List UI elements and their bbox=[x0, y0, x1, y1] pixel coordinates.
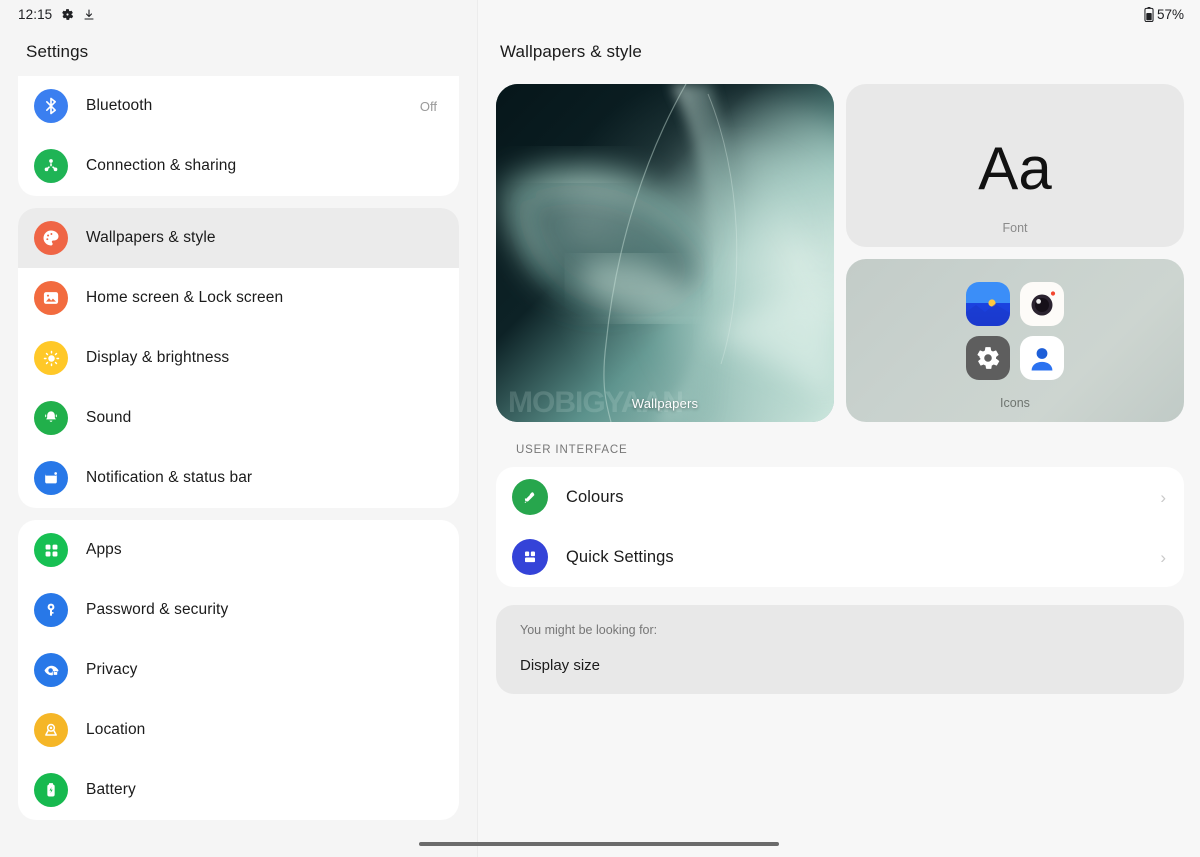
font-sample-text: Aa bbox=[978, 134, 1052, 202]
app-icon-grid bbox=[966, 281, 1064, 380]
sidebar-group-connectivity: Bluetooth Off Connection & sharing bbox=[18, 76, 459, 196]
sidebar-item-label: Sound bbox=[86, 409, 132, 426]
settings-gear-icon bbox=[966, 335, 1010, 380]
icons-card-label: Icons bbox=[1000, 396, 1030, 410]
gallery-icon bbox=[966, 281, 1010, 326]
battery-charge-icon bbox=[34, 773, 68, 807]
sidebar-item-label: Home screen & Lock screen bbox=[86, 289, 284, 306]
sidebar-item-label: Apps bbox=[86, 541, 122, 558]
chevron-right-icon: › bbox=[1160, 487, 1166, 507]
paint-roller-icon bbox=[512, 479, 548, 515]
sidebar-title: Settings bbox=[26, 42, 89, 61]
sidebar-item-connection-sharing[interactable]: Connection & sharing bbox=[18, 136, 459, 196]
bell-icon bbox=[34, 401, 68, 435]
location-pin-icon bbox=[34, 713, 68, 747]
font-preview-card[interactable]: Aa Font bbox=[846, 84, 1184, 247]
preview-right-column: Aa Font Icons bbox=[846, 84, 1184, 422]
sidebar-item-home-lock-screen[interactable]: Home screen & Lock screen bbox=[18, 268, 459, 328]
ui-row-colours[interactable]: Colours › bbox=[496, 467, 1184, 527]
contacts-icon bbox=[1020, 335, 1064, 380]
main-panel: Wallpapers & style MOBIGYAAN Wallpapers … bbox=[478, 0, 1200, 857]
page-title: Wallpapers & style bbox=[500, 42, 642, 61]
sidebar-item-label: Battery bbox=[86, 781, 136, 798]
sidebar-item-label: Wallpapers & style bbox=[86, 229, 216, 246]
sidebar-item-label: Password & security bbox=[86, 601, 229, 618]
sidebar-item-sound[interactable]: Sound bbox=[18, 388, 459, 448]
palette-icon bbox=[34, 221, 68, 255]
preview-cards: MOBIGYAAN Wallpapers Aa Font Icons bbox=[496, 84, 1184, 422]
user-interface-group: Colours › Quick Settings › bbox=[496, 467, 1184, 587]
suggestion-card-title: You might be looking for: bbox=[520, 623, 658, 637]
wallpaper-card-label: Wallpapers bbox=[631, 396, 699, 411]
sidebar-item-label: Notification & status bar bbox=[86, 469, 253, 486]
sidebar-item-display-brightness[interactable]: Display & brightness bbox=[18, 328, 459, 388]
sidebar-item-label: Location bbox=[86, 721, 146, 738]
sidebar-item-battery[interactable]: Battery bbox=[18, 760, 459, 820]
sidebar-item-password-security[interactable]: Password & security bbox=[18, 580, 459, 640]
sidebar-item-notification-status-bar[interactable]: Notification & status bar bbox=[18, 448, 459, 508]
chevron-right-icon: › bbox=[1160, 547, 1166, 567]
sidebar-item-label: Privacy bbox=[86, 661, 138, 678]
bluetooth-icon bbox=[34, 89, 68, 123]
sidebar-item-apps[interactable]: Apps bbox=[18, 520, 459, 580]
icons-preview-card[interactable]: Icons bbox=[846, 259, 1184, 422]
sidebar-item-label: Display & brightness bbox=[86, 349, 230, 366]
sidebar-group-display: Wallpapers & style Home screen & Lock sc… bbox=[18, 208, 459, 508]
brightness-icon bbox=[34, 341, 68, 375]
font-card-label: Font bbox=[1002, 221, 1028, 235]
sidebar-item-privacy[interactable]: Privacy bbox=[18, 640, 459, 700]
sidebar-item-wallpapers-style[interactable]: Wallpapers & style bbox=[18, 208, 459, 268]
sidebar-item-label: Bluetooth bbox=[86, 97, 153, 114]
settings-screen: 12:15 57% Settings Bluetooth Off Connect… bbox=[0, 0, 1200, 857]
suggestion-card: You might be looking for: Display size bbox=[496, 605, 1184, 694]
ui-row-label: Quick Settings bbox=[566, 547, 674, 566]
key-icon bbox=[34, 593, 68, 627]
section-header-user-interface: USER INTERFACE bbox=[516, 444, 628, 456]
sidebar-item-label: Connection & sharing bbox=[86, 157, 237, 174]
connection-sharing-icon bbox=[34, 149, 68, 183]
ui-row-quick-settings[interactable]: Quick Settings › bbox=[496, 527, 1184, 587]
privacy-eye-icon bbox=[34, 653, 68, 687]
sidebar-item-location[interactable]: Location bbox=[18, 700, 459, 760]
bluetooth-status-value: Off bbox=[419, 98, 437, 114]
apps-grid-icon bbox=[34, 533, 68, 567]
ui-row-label: Colours bbox=[566, 487, 624, 506]
image-icon bbox=[34, 281, 68, 315]
suggestion-item-display-size[interactable]: Display size bbox=[520, 657, 1160, 674]
notification-icon bbox=[34, 461, 68, 495]
quick-settings-icon bbox=[512, 539, 548, 575]
sidebar-item-bluetooth[interactable]: Bluetooth Off bbox=[18, 76, 459, 136]
main-content: MOBIGYAAN Wallpapers Aa Font Icons USER … bbox=[478, 76, 1200, 694]
wallpaper-artwork bbox=[496, 84, 834, 422]
camera-icon bbox=[1020, 281, 1064, 326]
sidebar-group-system: Apps Password & security Privacy Locatio… bbox=[18, 520, 459, 820]
wallpaper-preview-card[interactable]: MOBIGYAAN Wallpapers bbox=[496, 84, 834, 422]
settings-sidebar: Settings Bluetooth Off Connection & shar… bbox=[0, 0, 478, 857]
